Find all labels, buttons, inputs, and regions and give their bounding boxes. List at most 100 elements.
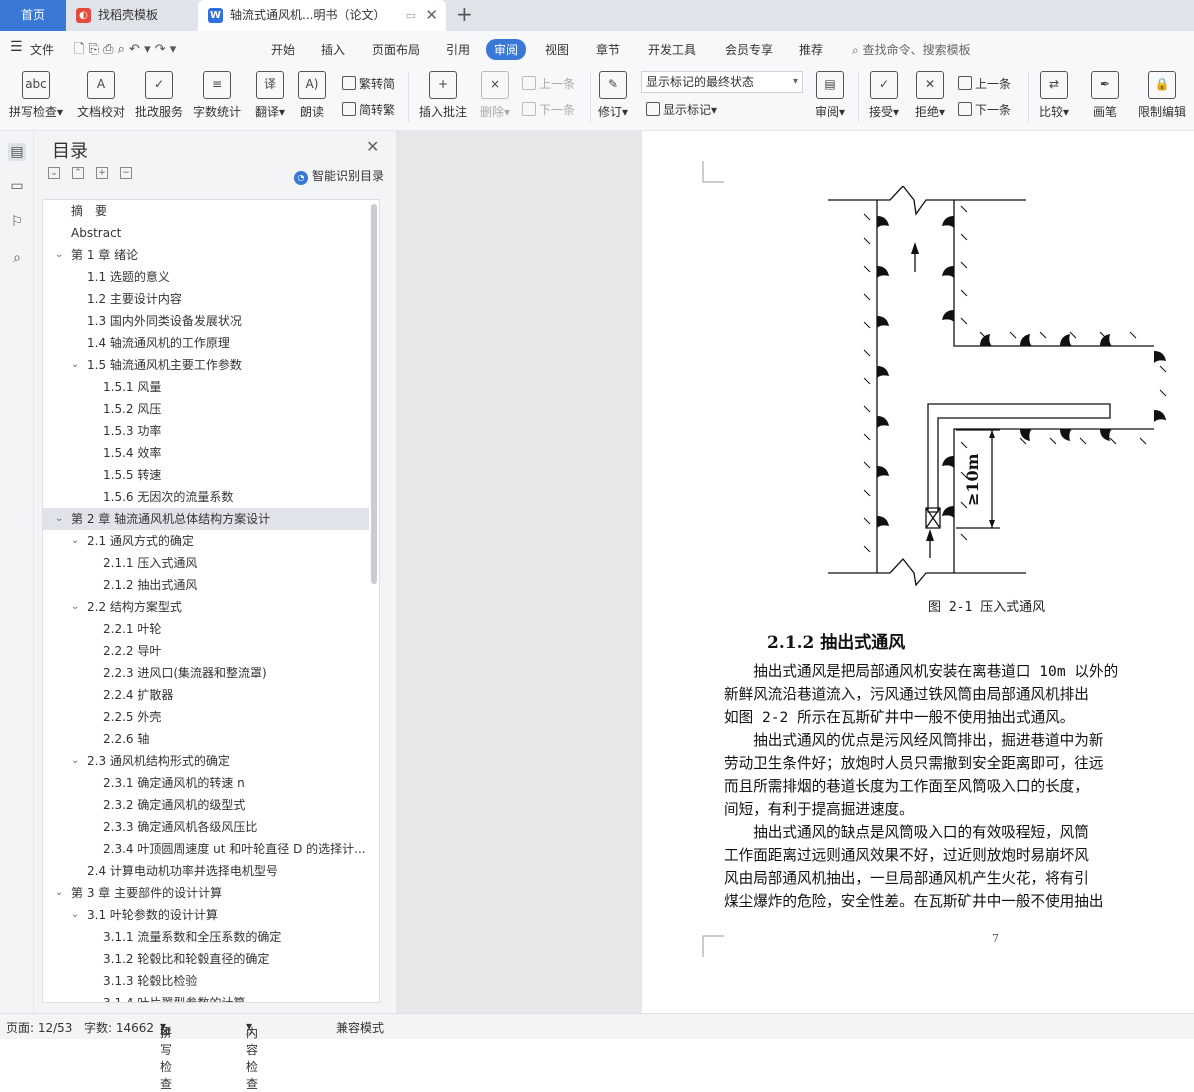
toc-item[interactable]: 1.1 选题的意义 bbox=[43, 266, 369, 288]
search-icon[interactable]: ⌕ bbox=[8, 249, 26, 267]
tab-home[interactable]: 首页 bbox=[0, 0, 66, 31]
chevron-down-icon[interactable]: ⌄ bbox=[55, 882, 63, 904]
close-icon[interactable]: ✕ bbox=[366, 137, 379, 156]
toc-item[interactable]: Abstract bbox=[43, 222, 369, 244]
toc-item[interactable]: 3.1.2 轮毂比和轮毂直径的确定 bbox=[43, 948, 369, 970]
menu-insert[interactable]: 插入 bbox=[321, 41, 345, 58]
toc-item[interactable]: 2.3.1 确定通风机的转速 n bbox=[43, 772, 369, 794]
toc-item[interactable]: 2.2.5 外壳 bbox=[43, 706, 369, 728]
toc-item[interactable]: 1.5.1 风量 bbox=[43, 376, 369, 398]
toc-scrollbar[interactable] bbox=[371, 204, 377, 584]
chevron-down-icon[interactable]: ⌄ bbox=[71, 750, 79, 772]
chevron-down-icon[interactable]: ⌄ bbox=[71, 530, 79, 552]
toc-item[interactable]: 2.2.3 进风口(集流器和整流罩) bbox=[43, 662, 369, 684]
status-content-check[interactable]: ⌕ 内容检查 ▾ bbox=[246, 1019, 258, 1091]
accept-button[interactable]: ✓ 接受▾ bbox=[866, 71, 902, 120]
toc-item[interactable]: ⌄ 2.3 通风机结构形式的确定 bbox=[43, 750, 369, 772]
toc-item[interactable]: 2.2.1 叶轮 bbox=[43, 618, 369, 640]
toc-item[interactable]: ⌄ 2.2 结构方案型式 bbox=[43, 596, 369, 618]
menu-icon[interactable]: ☰ bbox=[10, 39, 23, 55]
toc-item[interactable]: 摘 要 bbox=[43, 200, 369, 222]
toc-panel-icon[interactable]: ▤ bbox=[8, 143, 26, 161]
page-indicator[interactable]: 页面: 12/53 bbox=[6, 1019, 72, 1036]
menu-file[interactable]: 文件 bbox=[30, 41, 54, 58]
search-box[interactable]: ⌕ 查找命令、搜索模板 bbox=[852, 41, 971, 58]
toc-item[interactable]: 1.5.4 效率 bbox=[43, 442, 369, 464]
compare-button[interactable]: ⇄ 比较▾ bbox=[1036, 71, 1072, 120]
next-comment-button[interactable]: 下一条 bbox=[522, 101, 575, 118]
toc-item[interactable]: 1.3 国内外同类设备发展状况 bbox=[43, 310, 369, 332]
toc-item[interactable]: 1.5.5 转速 bbox=[43, 464, 369, 486]
menu-chapter[interactable]: 章节 bbox=[596, 41, 620, 58]
toc-item[interactable]: 3.1.3 轮毂比检验 bbox=[43, 970, 369, 992]
toc-item[interactable]: 2.3.4 叶顶圆周速度 ut 和叶轮直径 D 的选择计... bbox=[43, 838, 369, 860]
expand-icon[interactable]: ⌃ bbox=[72, 167, 84, 179]
insert-comment-button[interactable]: + 插入批注 bbox=[416, 71, 470, 120]
chevron-down-icon[interactable]: ⌄ bbox=[55, 508, 63, 530]
pin-icon[interactable]: ▭ bbox=[406, 0, 416, 31]
chevron-down-icon[interactable]: ⌄ bbox=[55, 244, 63, 266]
batch-service-button[interactable]: ✓ 批改服务 bbox=[132, 71, 186, 120]
spell-check-button[interactable]: abc 拼写检查▾ bbox=[6, 71, 66, 120]
delete-comment-button[interactable]: × 删除▾ bbox=[476, 71, 514, 120]
quick-access-icons[interactable]: 🗋 ⎘ ⎙ ⌕ ↶ ▾ ↷ ▾ bbox=[74, 40, 176, 62]
tab-template[interactable]: ◐ 找稻壳模板 bbox=[66, 0, 196, 31]
prev-comment-button[interactable]: 上一条 bbox=[522, 75, 575, 92]
toc-item[interactable]: 1.5.6 无因次的流量系数 bbox=[43, 486, 369, 508]
toc-item[interactable]: 3.1.4 叶片翼型参数的计算 bbox=[43, 992, 369, 1002]
toc-item[interactable]: 2.3.2 确定通风机的级型式 bbox=[43, 794, 369, 816]
toc-item[interactable]: ⌄ 第 1 章 绪论 bbox=[43, 244, 369, 266]
toc-item[interactable]: ⌄ 1.5 轴流通风机主要工作参数 bbox=[43, 354, 369, 376]
prev-change-button[interactable]: 上一条 bbox=[958, 75, 1011, 92]
toc-item[interactable]: 1.5.2 风压 bbox=[43, 398, 369, 420]
word-count-button[interactable]: ≡ 字数统计 bbox=[190, 71, 244, 120]
menu-layout[interactable]: 页面布局 bbox=[372, 41, 420, 58]
toc-item[interactable]: 2.2.6 轴 bbox=[43, 728, 369, 750]
menu-review[interactable]: 审阅 bbox=[486, 39, 527, 60]
menu-view[interactable]: 视图 bbox=[545, 41, 569, 58]
review-pane-button[interactable]: ▤ 审阅▾ bbox=[812, 71, 848, 120]
toc-item[interactable]: 2.2.4 扩散器 bbox=[43, 684, 369, 706]
status-spell-check[interactable]: ⊠ 拼写检查 ▾ bbox=[160, 1019, 172, 1091]
toc-item[interactable]: 2.4 计算电动机功率并选择电机型号 bbox=[43, 860, 369, 882]
translate-button[interactable]: 译翻译▾ bbox=[250, 71, 290, 120]
chevron-down-icon[interactable]: ⌄ bbox=[71, 904, 79, 926]
simp-to-trad-button[interactable]: 简转繁 bbox=[342, 101, 395, 118]
toc-item[interactable]: 2.2.2 导叶 bbox=[43, 640, 369, 662]
menu-member[interactable]: 会员专享 bbox=[725, 41, 773, 58]
menu-devtools[interactable]: 开发工具 bbox=[648, 41, 696, 58]
outline-icon[interactable]: ▭ bbox=[8, 177, 26, 195]
chevron-down-icon[interactable]: ⌄ bbox=[71, 354, 79, 376]
toc-item[interactable]: ⌄ 第 3 章 主要部件的设计计算 bbox=[43, 882, 369, 904]
pen-button[interactable]: ✒ 画笔 bbox=[1090, 71, 1120, 120]
remove-entry-icon[interactable]: − bbox=[120, 167, 132, 179]
read-aloud-button[interactable]: A) 朗读 bbox=[296, 71, 328, 120]
new-tab-icon[interactable]: + bbox=[456, 0, 473, 29]
menu-reference[interactable]: 引用 bbox=[446, 41, 470, 58]
doc-proof-button[interactable]: A 文档校对 bbox=[74, 71, 128, 120]
close-icon[interactable]: ✕ bbox=[425, 0, 438, 31]
markup-state-select[interactable]: 显示标记的最终状态 bbox=[641, 71, 803, 93]
track-changes-button[interactable]: ✎ 修订▾ bbox=[596, 71, 630, 120]
next-change-button[interactable]: 下一条 bbox=[958, 101, 1011, 118]
word-count[interactable]: 字数: 14662 bbox=[84, 1019, 154, 1036]
smart-toc-button[interactable]: ◔ 智能识别目录 bbox=[294, 167, 384, 185]
toc-item[interactable]: ⌄ 3.1 叶轮参数的设计计算 bbox=[43, 904, 369, 926]
toc-item[interactable]: ⌄ 第 2 章 轴流通风机总体结构方案设计 bbox=[43, 508, 369, 530]
reject-button[interactable]: ✕ 拒绝▾ bbox=[912, 71, 948, 120]
toc-item[interactable]: 1.5.3 功率 bbox=[43, 420, 369, 442]
toc-item[interactable]: ⌄ 2.1 通风方式的确定 bbox=[43, 530, 369, 552]
menu-start[interactable]: 开始 bbox=[271, 41, 295, 58]
toc-item[interactable]: 2.3.3 确定通风机各级风压比 bbox=[43, 816, 369, 838]
show-markup-button[interactable]: 显示标记▾ bbox=[646, 101, 717, 118]
toc-item[interactable]: 2.1.2 抽出式通风 bbox=[43, 574, 369, 596]
toc-item[interactable]: 2.1.1 压入式通风 bbox=[43, 552, 369, 574]
toc-item[interactable]: 1.4 轴流通风机的工作原理 bbox=[43, 332, 369, 354]
tab-document[interactable]: W 轴流式通风机...明书（论文） ▭ ✕ bbox=[198, 0, 446, 31]
chevron-down-icon[interactable]: ⌄ bbox=[71, 596, 79, 618]
bookmark-icon[interactable]: ⚐ bbox=[8, 213, 26, 231]
menu-recommend[interactable]: 推荐 bbox=[799, 41, 823, 58]
toc-item[interactable]: 3.1.1 流量系数和全压系数的确定 bbox=[43, 926, 369, 948]
trad-to-simp-button[interactable]: 繁转简 bbox=[342, 75, 395, 92]
toc-item[interactable]: 1.2 主要设计内容 bbox=[43, 288, 369, 310]
